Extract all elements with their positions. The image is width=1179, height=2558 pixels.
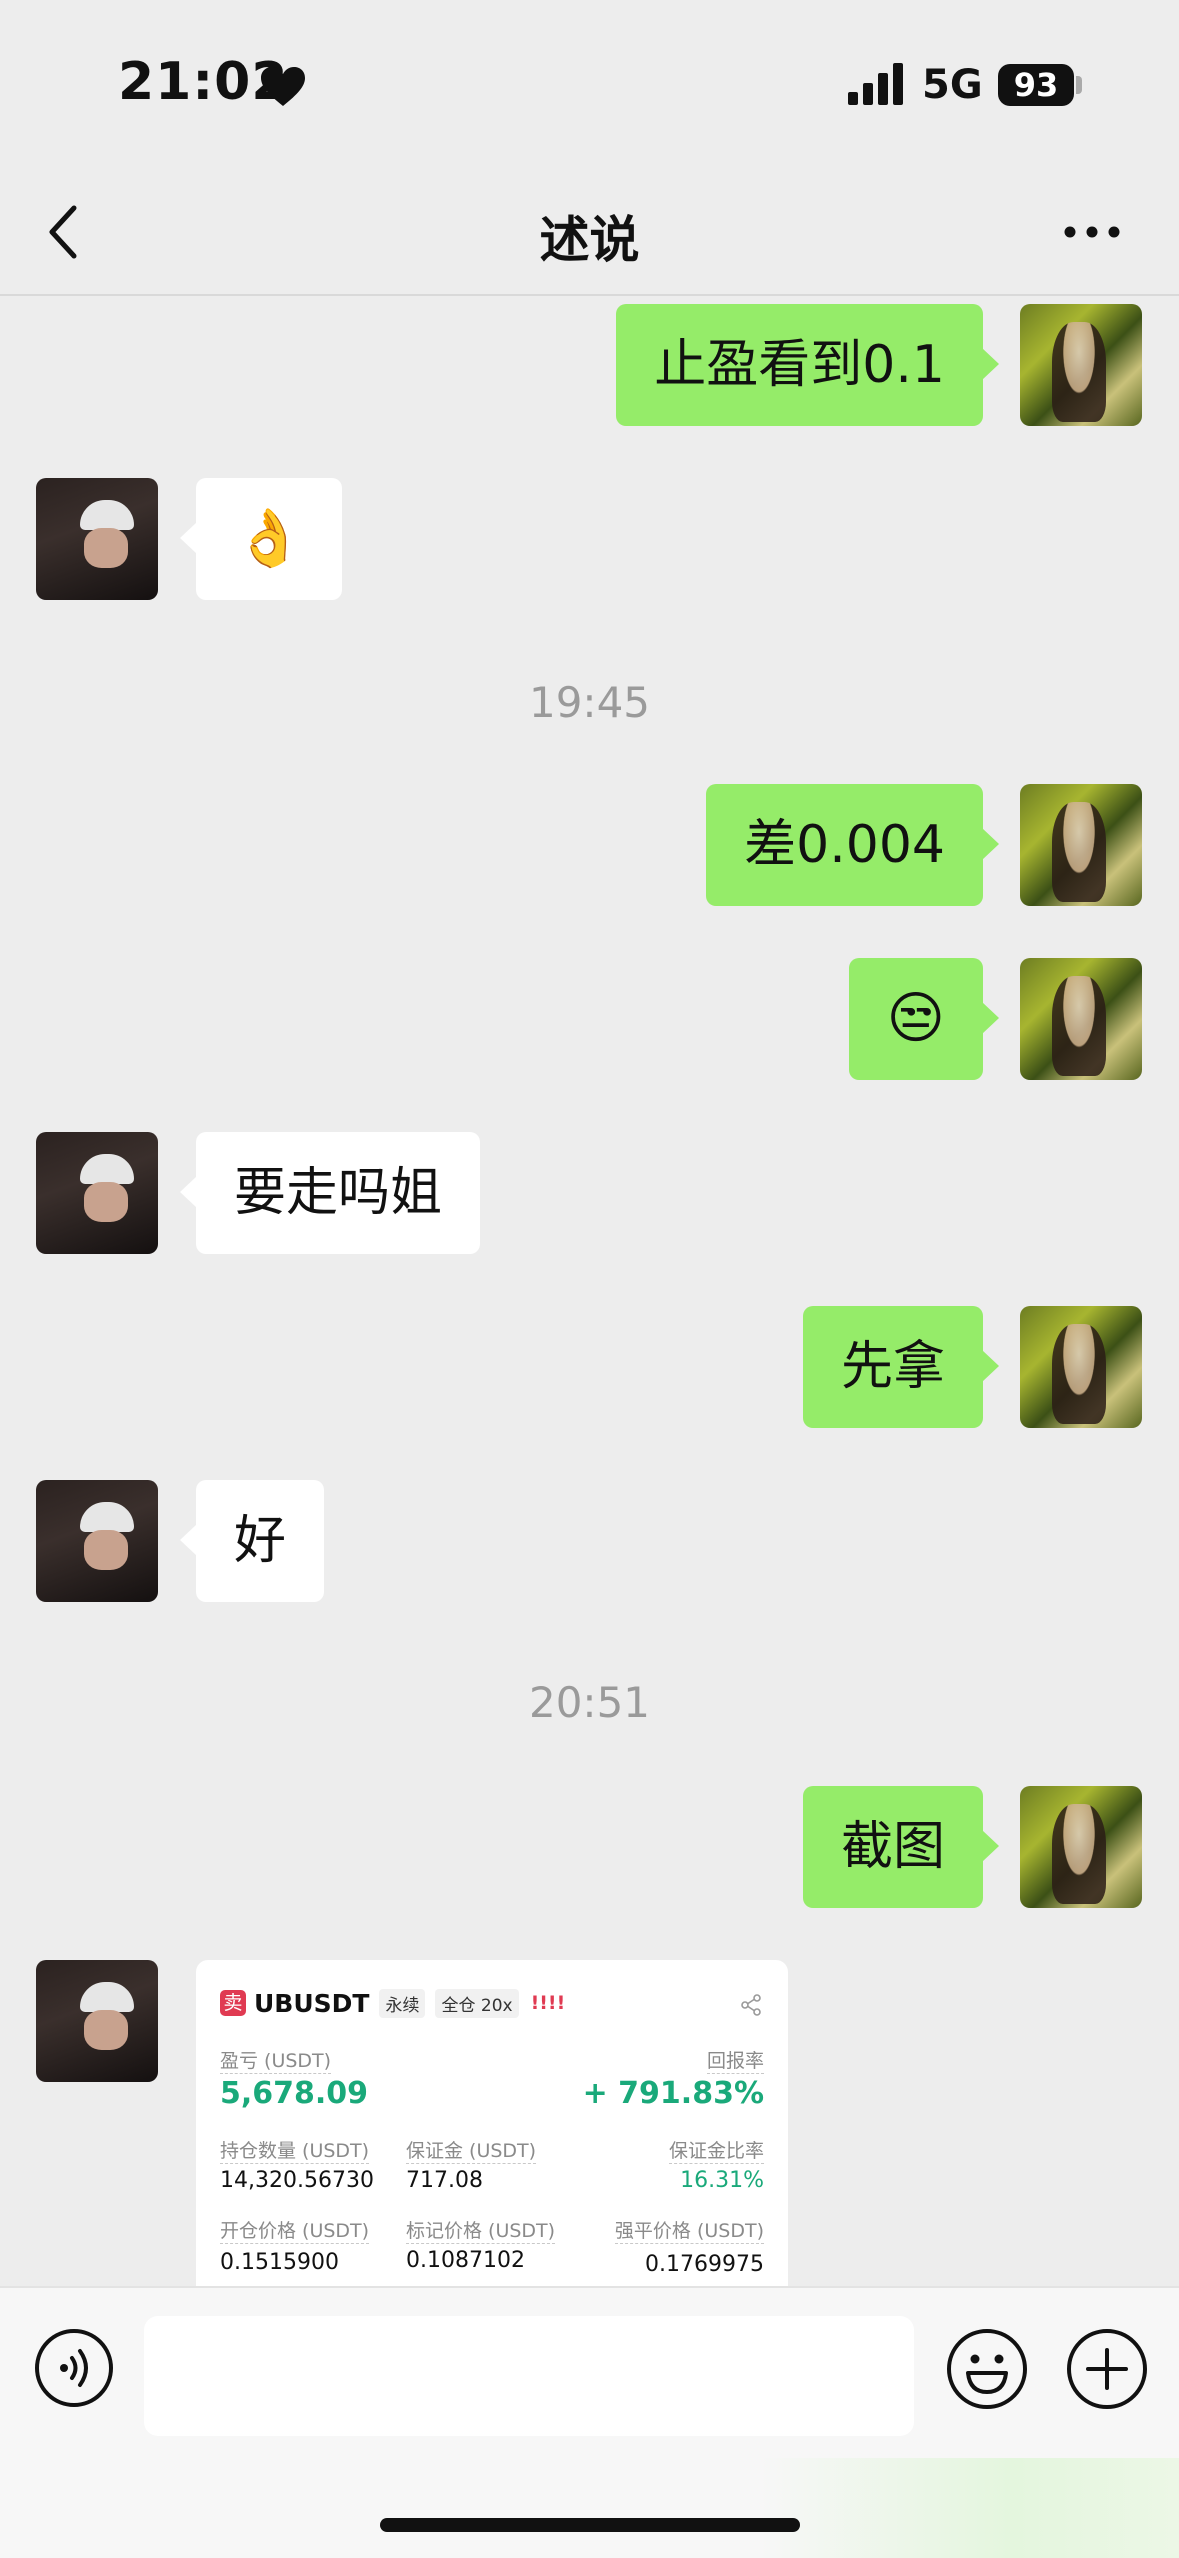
contact-avatar[interactable]: [36, 478, 158, 600]
input-bar: [0, 2286, 1179, 2558]
my-avatar[interactable]: [1020, 1786, 1142, 1908]
timestamp: 20:51: [528, 1678, 651, 1727]
pnl-label: 盈亏 (USDT): [220, 2046, 332, 2074]
emoji-icon[interactable]: [946, 2328, 1028, 2410]
pnl-value: 5,678.09: [220, 2076, 369, 2111]
card-symbol: UBUSDT: [254, 1988, 370, 2018]
message-list[interactable]: 止盈看到0.1 👌 19:45 差0.004 😒 要走吗姐 先拿 好 20:51…: [0, 296, 1179, 2286]
signal-icon: [848, 63, 903, 105]
message-bubble-theirs[interactable]: 好: [179, 1480, 325, 1602]
margin-value: 717.08: [406, 2168, 483, 2193]
my-avatar[interactable]: [1020, 784, 1142, 906]
margin-ratio-label: 保证金比率: [668, 2136, 764, 2164]
chat-header: 述说: [0, 170, 1179, 296]
trade-screenshot-card[interactable]: 卖 UBUSDT 永续 全仓 20x !!!! 盈亏 (USDT) 回报率 5,…: [196, 1960, 788, 2286]
message-bubble-mine[interactable]: 😒: [848, 958, 1000, 1080]
roi-label: 回报率: [706, 2046, 764, 2074]
size-value: 14,320.56730: [220, 2168, 374, 2193]
my-avatar[interactable]: [1020, 1306, 1142, 1428]
bottom-glow: [760, 2458, 1179, 2558]
timestamp: 19:45: [528, 678, 651, 727]
margin-mode-chip: 全仓 20x: [435, 1988, 519, 2018]
margin-label: 保证金 (USDT): [406, 2136, 537, 2164]
status-bar: 21:02 5G 93: [0, 0, 1179, 170]
battery-cap: [1076, 76, 1082, 94]
mark-price-value: 0.1087102: [406, 2248, 525, 2273]
message-input[interactable]: [144, 2316, 914, 2436]
heart-icon: [261, 67, 305, 106]
card-header: 卖 UBUSDT 永续 全仓 20x !!!!: [220, 1988, 565, 2018]
mark-price-label: 标记价格 (USDT): [406, 2216, 556, 2244]
message-bubble-mine[interactable]: 止盈看到0.1: [616, 304, 999, 426]
warning-marks: !!!!: [530, 1992, 566, 2014]
my-avatar[interactable]: [1020, 304, 1142, 426]
message-bubble-mine[interactable]: 差0.004: [706, 784, 999, 906]
message-bubble-theirs[interactable]: 要走吗姐: [179, 1132, 481, 1254]
contact-avatar[interactable]: [36, 1132, 158, 1254]
contact-avatar[interactable]: [36, 1480, 158, 1602]
chat-title: 述说: [539, 211, 640, 269]
message-bubble-mine[interactable]: 先拿: [802, 1306, 1000, 1428]
share-icon[interactable]: [740, 1994, 762, 2016]
message-bubble-theirs[interactable]: 👌: [180, 478, 342, 600]
contact-avatar[interactable]: [36, 1960, 158, 2082]
battery-indicator: 93: [998, 64, 1074, 106]
liq-price-label: 强平价格 (USDT): [614, 2216, 764, 2244]
entry-price-value: 0.1515900: [220, 2250, 339, 2275]
contract-type-chip: 永续: [379, 1988, 426, 2018]
size-label: 持仓数量 (USDT): [220, 2136, 370, 2164]
home-indicator[interactable]: [380, 2518, 800, 2532]
network-label: 5G: [922, 62, 983, 108]
message-bubble-mine[interactable]: 截图: [802, 1786, 1000, 1908]
margin-ratio-value: 16.31%: [680, 2168, 764, 2193]
voice-icon[interactable]: [34, 2328, 114, 2408]
more-icon[interactable]: [1062, 222, 1122, 242]
roi-value: + 791.83%: [582, 2076, 764, 2111]
liq-price-value: 0.1769975: [645, 2252, 764, 2277]
plus-icon[interactable]: [1066, 2328, 1148, 2410]
entry-price-label: 开仓价格 (USDT): [220, 2216, 370, 2244]
my-avatar[interactable]: [1020, 958, 1142, 1080]
sell-tag: 卖: [220, 1990, 246, 2016]
